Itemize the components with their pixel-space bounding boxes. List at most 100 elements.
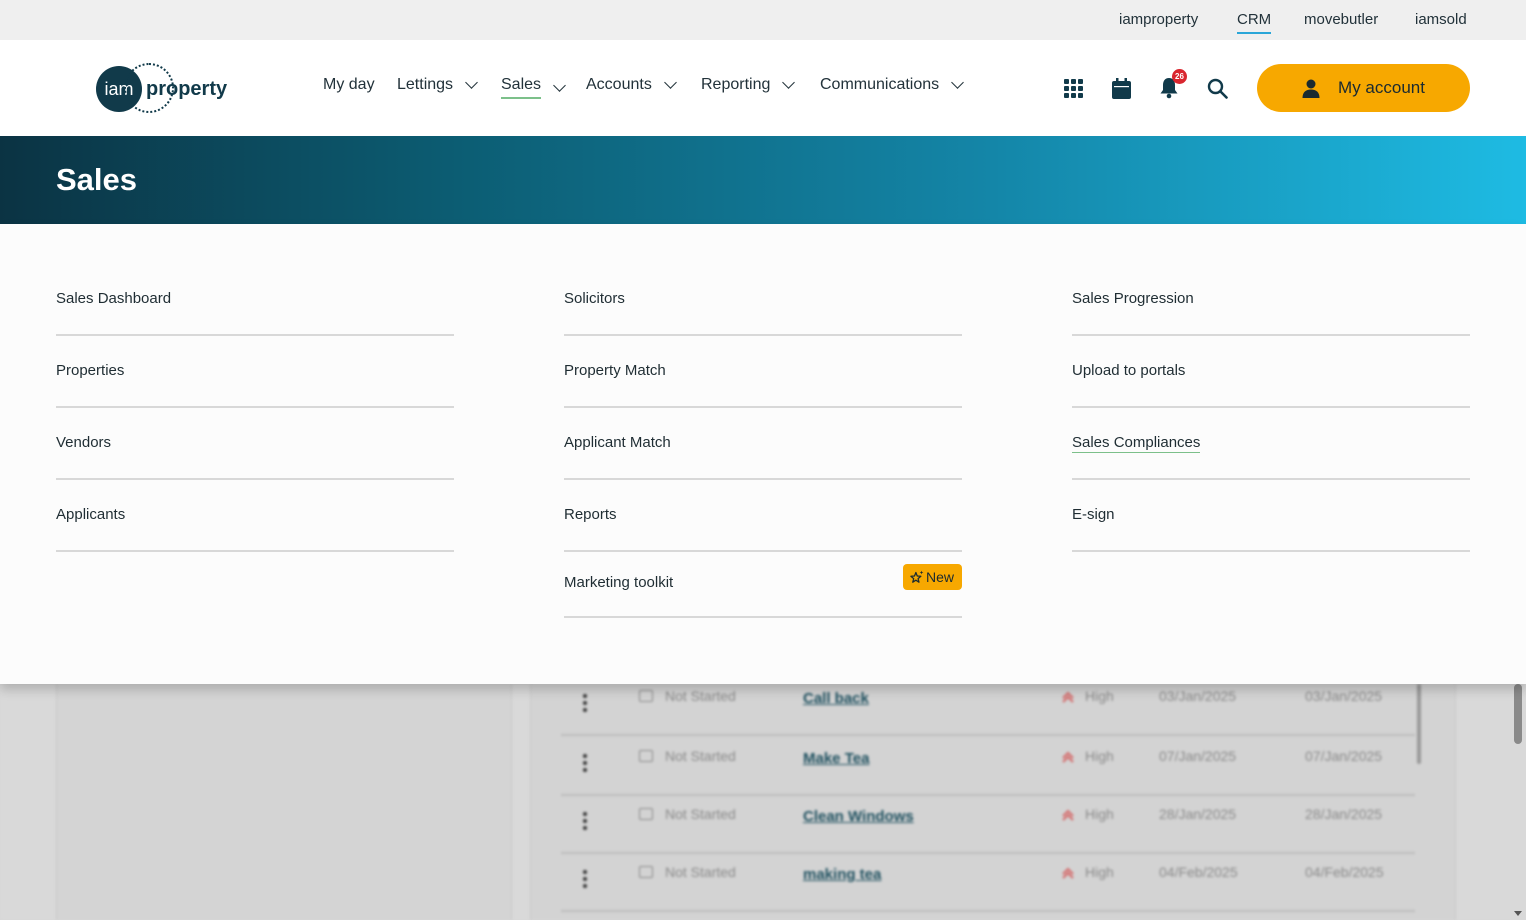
task-link[interactable]: Call back — [803, 690, 869, 707]
menu-item-solicitors[interactable]: Solicitors — [564, 264, 962, 336]
menu-item-label: E-sign — [1072, 506, 1115, 523]
task-priority: High — [1085, 748, 1114, 764]
sales-mega-menu: Sales Dashboard Properties Vendors Appli… — [0, 224, 1526, 684]
utility-link-iamsold[interactable]: iamsold — [1415, 11, 1467, 28]
task-link[interactable]: Clean Windows — [803, 808, 914, 825]
background-left-panel — [56, 684, 512, 920]
menu-item-label: Sales Dashboard — [56, 290, 172, 307]
nav-accounts[interactable]: Accounts — [586, 76, 677, 94]
menu-item-upload-to-portals[interactable]: Upload to portals — [1072, 336, 1470, 408]
menu-item-marketing-toolkit[interactable]: Marketing toolkit New — [564, 552, 962, 618]
menu-item-applicant-match[interactable]: Applicant Match — [564, 408, 962, 480]
menu-item-label: Vendors — [56, 434, 112, 451]
chevron-down-icon — [465, 76, 478, 89]
task-start-date: 28/Jan/2025 — [1159, 806, 1237, 822]
menu-item-label: Applicant Match — [564, 434, 671, 451]
kebab-menu-icon[interactable] — [583, 870, 587, 888]
star-sparkle-icon — [910, 570, 924, 583]
bell-icon[interactable]: 26 — [1157, 69, 1187, 100]
scroll-down-arrow-icon[interactable] — [1514, 911, 1522, 916]
menu-item-label: Upload to portals — [1072, 362, 1186, 379]
task-status: Not Started — [665, 748, 736, 764]
main-header: iam property My day Lettings Sales Accou… — [0, 40, 1526, 136]
my-account-button[interactable]: My account — [1257, 64, 1470, 112]
calendar-icon[interactable] — [1109, 76, 1133, 100]
menu-item-applicants[interactable]: Applicants — [56, 480, 454, 552]
priority-high-icon — [1062, 809, 1074, 821]
nav-lettings[interactable]: Lettings — [397, 76, 478, 94]
utility-link-crm[interactable]: CRM — [1237, 11, 1272, 34]
kebab-menu-icon[interactable] — [583, 812, 587, 830]
scrollbar-thumb[interactable] — [1514, 684, 1522, 744]
task-start-date: 04/Feb/2025 — [1159, 864, 1238, 880]
menu-item-vendors[interactable]: Vendors — [56, 408, 454, 480]
task-priority: High — [1085, 864, 1114, 880]
task-status: Not Started — [665, 864, 736, 880]
menu-item-label: Properties — [56, 362, 125, 379]
apps-grid-icon[interactable] — [1061, 76, 1085, 100]
task-due-date: 28/Jan/2025 — [1305, 806, 1383, 822]
my-account-label: My account — [1338, 78, 1425, 97]
utility-bar: iamproperty CRM movebutler iamsold — [0, 0, 1526, 40]
page-title: Sales — [56, 162, 138, 197]
logo-word: property — [146, 77, 228, 100]
task-priority: High — [1085, 806, 1114, 822]
inner-scrollbar[interactable] — [1417, 684, 1421, 764]
task-link[interactable]: making tea — [803, 866, 881, 883]
table-row[interactable]: Not Started making tea High 04/Feb/2025 … — [561, 854, 1415, 912]
flag-icon — [639, 750, 653, 762]
task-link[interactable]: Make Tea — [803, 750, 869, 767]
menu-item-property-match[interactable]: Property Match — [564, 336, 962, 408]
new-badge: New — [902, 564, 962, 590]
page-scrollbar[interactable] — [1510, 684, 1526, 920]
new-badge-label: New — [925, 569, 954, 585]
menu-item-label: Property Match — [564, 362, 666, 379]
nav-label: Sales — [501, 76, 542, 99]
chevron-down-icon — [951, 76, 965, 89]
nav-label: Reporting — [701, 76, 771, 93]
menu-item-label: Marketing toolkit — [564, 574, 674, 591]
table-row[interactable]: Not Started Clean Windows High 28/Jan/20… — [561, 796, 1415, 854]
nav-communications[interactable]: Communications — [820, 76, 965, 94]
task-priority: High — [1085, 688, 1114, 704]
priority-high-icon — [1062, 751, 1074, 763]
table-row[interactable]: Not Started Call back High 03/Jan/2025 0… — [561, 678, 1415, 736]
chevron-down-icon — [663, 76, 677, 89]
priority-high-icon — [1062, 867, 1074, 879]
nav-label: My day — [323, 76, 375, 93]
menu-column-1: Sales Dashboard Properties Vendors Appli… — [56, 264, 454, 552]
menu-item-properties[interactable]: Properties — [56, 336, 454, 408]
task-start-date: 07/Jan/2025 — [1159, 748, 1237, 764]
nav-reporting[interactable]: Reporting — [701, 76, 796, 94]
nav-label: Lettings — [397, 76, 454, 93]
flag-icon — [639, 866, 653, 878]
task-due-date: 07/Jan/2025 — [1305, 748, 1383, 764]
menu-item-sales-compliances[interactable]: Sales Compliances — [1072, 408, 1470, 480]
menu-item-sales-progression[interactable]: Sales Progression — [1072, 264, 1470, 336]
task-due-date: 03/Jan/2025 — [1305, 688, 1383, 704]
utility-link-movebutler[interactable]: movebutler — [1304, 11, 1378, 28]
menu-column-2: Solicitors Property Match Applicant Matc… — [564, 264, 962, 618]
task-due-date: 04/Feb/2025 — [1305, 864, 1384, 880]
utility-link-iamproperty[interactable]: iamproperty — [1119, 11, 1198, 28]
flag-icon — [639, 808, 653, 820]
menu-item-reports[interactable]: Reports — [564, 480, 962, 552]
menu-column-3: Sales Progression Upload to portals Sale… — [1072, 264, 1470, 552]
menu-item-label: Reports — [564, 506, 617, 523]
search-icon[interactable] — [1205, 76, 1229, 100]
priority-high-icon — [1062, 691, 1074, 703]
kebab-menu-icon[interactable] — [583, 694, 587, 712]
nav-sales[interactable]: Sales — [501, 76, 566, 99]
chevron-down-icon — [553, 78, 566, 92]
kebab-menu-icon[interactable] — [583, 754, 587, 772]
menu-item-sales-dashboard[interactable]: Sales Dashboard — [56, 264, 454, 336]
nav-my-day[interactable]: My day — [323, 76, 375, 94]
logo[interactable]: iam property — [96, 63, 228, 113]
nav-label: Communications — [820, 76, 940, 93]
user-icon — [1302, 79, 1320, 98]
nav-label: Accounts — [586, 76, 652, 93]
menu-item-e-sign[interactable]: E-sign — [1072, 480, 1470, 552]
table-row[interactable]: Not Started Make Tea High 07/Jan/2025 07… — [561, 738, 1415, 796]
menu-item-label: Applicants — [56, 506, 126, 523]
menu-item-label: Sales Progression — [1072, 290, 1194, 307]
